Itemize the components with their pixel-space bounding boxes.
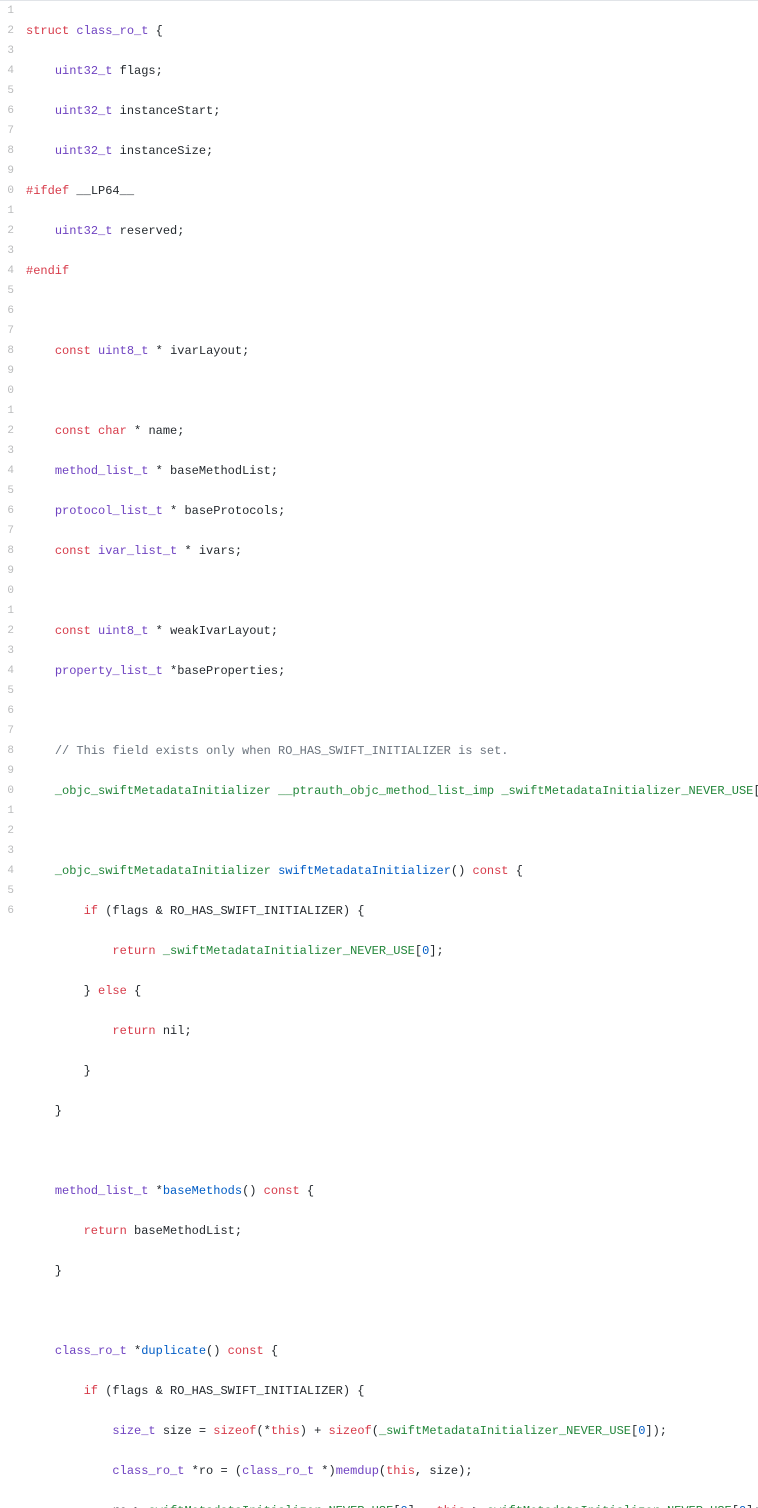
line-number: 0 bbox=[0, 181, 14, 201]
code-line[interactable]: const uint8_t * ivarLayout; bbox=[26, 341, 758, 361]
code-line[interactable]: class_ro_t *duplicate() const { bbox=[26, 1341, 758, 1361]
line-number: 3 bbox=[0, 841, 14, 861]
line-number: 8 bbox=[0, 541, 14, 561]
code-line[interactable]: method_list_t * baseMethodList; bbox=[26, 461, 758, 481]
line-number: 0 bbox=[0, 381, 14, 401]
line-number: 3 bbox=[0, 241, 14, 261]
line-number: 7 bbox=[0, 121, 14, 141]
line-number: 2 bbox=[0, 821, 14, 841]
line-number: 2 bbox=[0, 221, 14, 241]
line-number: 8 bbox=[0, 141, 14, 161]
line-number: 4 bbox=[0, 461, 14, 481]
line-number: 3 bbox=[0, 41, 14, 61]
code-line[interactable]: uint32_t reserved; bbox=[26, 221, 758, 241]
line-number: 6 bbox=[0, 301, 14, 321]
code-line[interactable]: #endif bbox=[26, 261, 758, 281]
code-line[interactable]: const uint8_t * weakIvarLayout; bbox=[26, 621, 758, 641]
line-number: 1 bbox=[0, 801, 14, 821]
line-number: 6 bbox=[0, 901, 14, 921]
code-line[interactable] bbox=[26, 1141, 758, 1161]
code-line[interactable]: ro->_swiftMetadataInitializer_NEVER_USE[… bbox=[26, 1501, 758, 1508]
line-number: 5 bbox=[0, 81, 14, 101]
code-line[interactable]: uint32_t flags; bbox=[26, 61, 758, 81]
code-line[interactable] bbox=[26, 1301, 758, 1321]
code-line[interactable]: } else { bbox=[26, 981, 758, 1001]
code-line[interactable]: #ifdef __LP64__ bbox=[26, 181, 758, 201]
line-number: 7 bbox=[0, 521, 14, 541]
line-number: 9 bbox=[0, 161, 14, 181]
line-number: 4 bbox=[0, 861, 14, 881]
line-number: 7 bbox=[0, 721, 14, 741]
code-line[interactable]: protocol_list_t * baseProtocols; bbox=[26, 501, 758, 521]
line-number: 9 bbox=[0, 761, 14, 781]
code-editor[interactable]: 1 2 3 4 5 6 7 8 9 0 1 2 3 4 5 6 7 8 9 0 … bbox=[0, 0, 758, 1508]
line-number: 5 bbox=[0, 681, 14, 701]
code-line[interactable] bbox=[26, 701, 758, 721]
code-line[interactable]: uint32_t instanceStart; bbox=[26, 101, 758, 121]
line-number: 6 bbox=[0, 701, 14, 721]
line-number: 3 bbox=[0, 441, 14, 461]
code-line[interactable] bbox=[26, 381, 758, 401]
line-number: 1 bbox=[0, 401, 14, 421]
line-number: 8 bbox=[0, 341, 14, 361]
line-number: 0 bbox=[0, 581, 14, 601]
code-line[interactable]: struct class_ro_t { bbox=[26, 21, 758, 41]
code-line[interactable]: class_ro_t *ro = (class_ro_t *)memdup(th… bbox=[26, 1461, 758, 1481]
code-line[interactable] bbox=[26, 581, 758, 601]
code-line[interactable]: method_list_t *baseMethods() const { bbox=[26, 1181, 758, 1201]
code-line[interactable]: property_list_t *baseProperties; bbox=[26, 661, 758, 681]
code-line[interactable]: const char * name; bbox=[26, 421, 758, 441]
line-number: 1 bbox=[0, 601, 14, 621]
line-number: 9 bbox=[0, 561, 14, 581]
code-line[interactable]: uint32_t instanceSize; bbox=[26, 141, 758, 161]
code-line[interactable]: return _swiftMetadataInitializer_NEVER_U… bbox=[26, 941, 758, 961]
line-number: 5 bbox=[0, 881, 14, 901]
code-line[interactable]: return baseMethodList; bbox=[26, 1221, 758, 1241]
line-number: 4 bbox=[0, 261, 14, 281]
code-line[interactable]: // This field exists only when RO_HAS_SW… bbox=[26, 741, 758, 761]
line-number: 9 bbox=[0, 361, 14, 381]
line-number: 6 bbox=[0, 101, 14, 121]
line-number: 1 bbox=[0, 201, 14, 221]
line-number: 0 bbox=[0, 781, 14, 801]
code-line[interactable] bbox=[26, 821, 758, 841]
line-number: 2 bbox=[0, 21, 14, 41]
code-line[interactable]: if (flags & RO_HAS_SWIFT_INITIALIZER) { bbox=[26, 1381, 758, 1401]
line-number: 1 bbox=[0, 1, 14, 21]
line-number: 4 bbox=[0, 61, 14, 81]
code-line[interactable]: return nil; bbox=[26, 1021, 758, 1041]
code-line[interactable]: const ivar_list_t * ivars; bbox=[26, 541, 758, 561]
code-line[interactable]: } bbox=[26, 1261, 758, 1281]
code-line[interactable] bbox=[26, 301, 758, 321]
line-number: 2 bbox=[0, 621, 14, 641]
line-number: 8 bbox=[0, 741, 14, 761]
code-content[interactable]: struct class_ro_t { uint32_t flags; uint… bbox=[18, 1, 758, 1508]
code-line[interactable]: size_t size = sizeof(*this) + sizeof(_sw… bbox=[26, 1421, 758, 1441]
line-number: 6 bbox=[0, 501, 14, 521]
line-number: 5 bbox=[0, 281, 14, 301]
line-number: 5 bbox=[0, 481, 14, 501]
code-line[interactable]: if (flags & RO_HAS_SWIFT_INITIALIZER) { bbox=[26, 901, 758, 921]
line-number-gutter: 1 2 3 4 5 6 7 8 9 0 1 2 3 4 5 6 7 8 9 0 … bbox=[0, 1, 18, 1508]
line-number: 7 bbox=[0, 321, 14, 341]
line-number: 3 bbox=[0, 641, 14, 661]
code-line[interactable]: _objc_swiftMetadataInitializer __ptrauth… bbox=[26, 781, 758, 801]
code-line[interactable]: } bbox=[26, 1061, 758, 1081]
code-line[interactable]: } bbox=[26, 1101, 758, 1121]
code-line[interactable]: _objc_swiftMetadataInitializer swiftMeta… bbox=[26, 861, 758, 881]
line-number: 4 bbox=[0, 661, 14, 681]
line-number: 2 bbox=[0, 421, 14, 441]
